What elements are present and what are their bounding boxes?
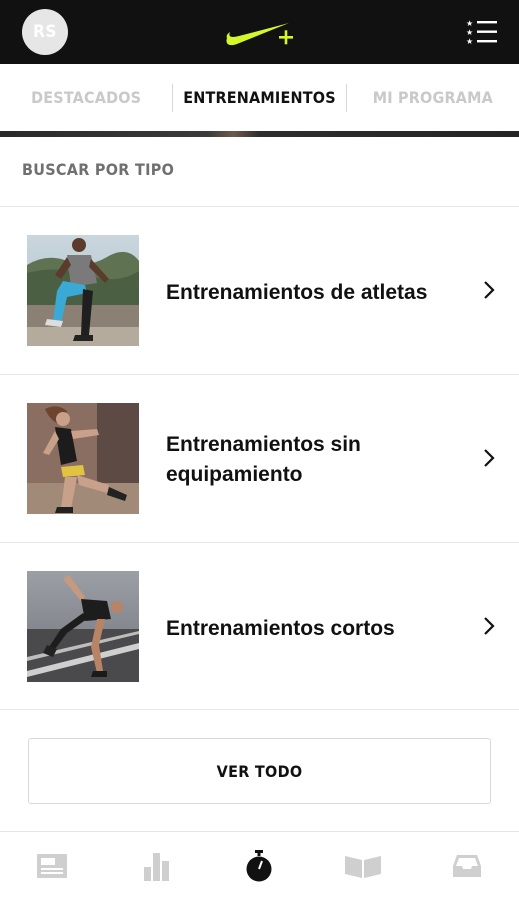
- list-item-label: Entrenamientos de atletas: [166, 281, 428, 304]
- top-tabs: DESTACADOS ENTRENAMIENTOS MI PROGRAMA: [0, 64, 519, 132]
- list-item-label: Entrenamientos sin equipamiento: [166, 430, 466, 490]
- chevron-right-icon: [484, 617, 495, 635]
- nav-workouts[interactable]: [208, 832, 312, 900]
- list-item-label: Entrenamientos cortos: [166, 617, 395, 640]
- section-title: BUSCAR POR TIPO: [22, 160, 175, 179]
- list-item-no-equipment-workouts[interactable]: Entrenamientos sin equipamiento: [0, 375, 519, 542]
- nav-stats[interactable]: [104, 832, 208, 900]
- avatar[interactable]: RS: [22, 9, 68, 55]
- tab-entrenamientos[interactable]: ENTRENAMIENTOS: [173, 64, 345, 132]
- divider: [0, 709, 519, 710]
- nike-swoosh-plus-icon: [226, 23, 293, 46]
- chevron-right-icon: [484, 281, 495, 299]
- stats-bar-chart-icon: [143, 853, 169, 881]
- open-book-icon: [345, 856, 382, 878]
- tab-destacados[interactable]: DESTACADOS: [0, 64, 172, 132]
- svg-text:★: ★: [466, 28, 473, 37]
- star-list-menu-icon[interactable]: ★ ★ ★: [466, 19, 498, 45]
- list-item-label-line: equipamiento: [166, 463, 303, 486]
- top-app-bar: RS ★ ★ ★: [0, 0, 519, 64]
- chevron-right-icon: [484, 449, 495, 467]
- see-all-button[interactable]: VER TODO: [28, 738, 491, 804]
- inbox-tray-icon: [453, 855, 482, 877]
- list-item-short-workouts[interactable]: Entrenamientos cortos: [0, 543, 519, 710]
- nav-feed[interactable]: [0, 832, 104, 900]
- hero-image-edge: [0, 131, 519, 137]
- nav-inbox[interactable]: [415, 832, 519, 900]
- no-equipment-workout-photo: [27, 403, 139, 514]
- tab-mi-programa[interactable]: MI PROGRAMA: [347, 64, 519, 132]
- svg-text:★: ★: [466, 37, 473, 45]
- short-workout-photo: [27, 571, 139, 682]
- svg-text:★: ★: [466, 19, 473, 28]
- athlete-workout-photo: [27, 235, 139, 346]
- list-item-label-line: Entrenamientos sin: [166, 433, 361, 456]
- nav-programs[interactable]: [311, 832, 415, 900]
- stopwatch-icon: [246, 850, 272, 882]
- list-item-athlete-workouts[interactable]: Entrenamientos de atletas: [0, 207, 519, 374]
- bottom-nav: [0, 831, 519, 900]
- feed-icon: [36, 854, 67, 878]
